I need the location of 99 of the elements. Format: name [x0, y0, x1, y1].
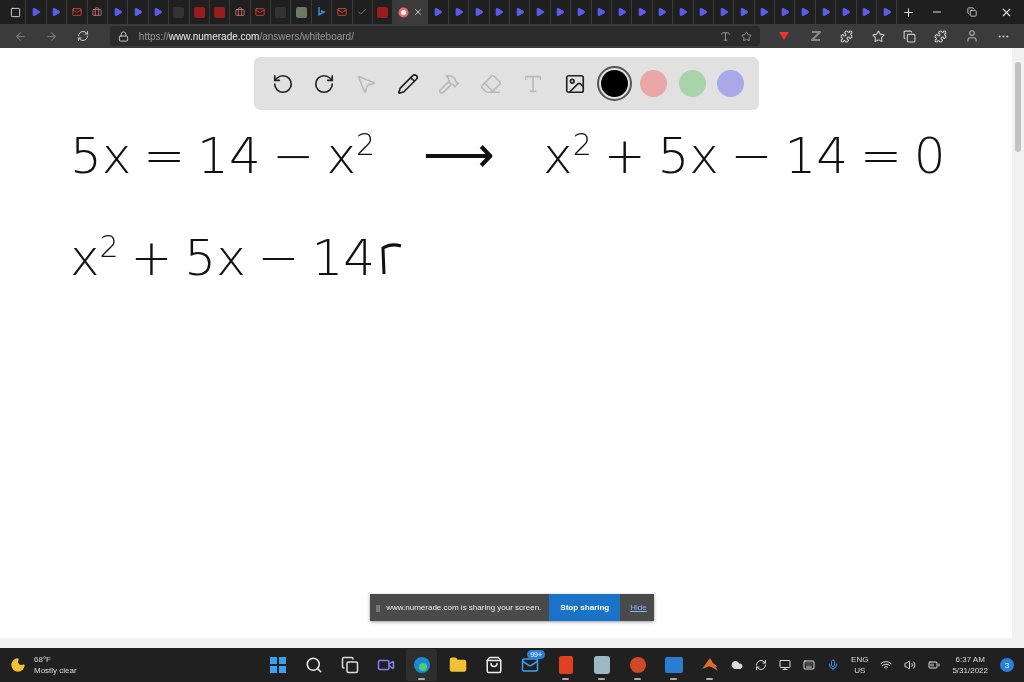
sharing-message: www.numerade.com is sharing your screen. [386, 603, 542, 612]
office-logo-icon [558, 656, 573, 674]
eraser-icon [480, 72, 503, 95]
color-swatch[interactable] [639, 70, 667, 97]
horizontal-scrollbar[interactable] [0, 638, 1024, 648]
play-logo-icon [432, 6, 444, 18]
temperature-text: 68°F [34, 654, 52, 665]
briefcase-icon [234, 6, 246, 18]
play-logo-icon [779, 6, 791, 18]
window-icon [10, 6, 22, 18]
address-field[interactable]: https://www.numerade.com/answers/whiteboard/ [109, 26, 760, 46]
task-view-icon [340, 656, 359, 674]
handwritten-equation: x$^{2}$ + 5x − 14 = 0 [543, 130, 946, 181]
play-logo-icon [554, 6, 566, 18]
folder-icon [448, 656, 467, 674]
clock[interactable]: 6:37 AM 5/31/2022 [952, 654, 988, 676]
presentation-logo-icon [628, 656, 647, 674]
play-logo-icon [840, 6, 852, 18]
play-logo-icon [636, 6, 648, 18]
play-logo-icon [697, 6, 709, 18]
play-logo-icon [677, 6, 689, 18]
browser-logo-icon [412, 656, 431, 674]
search-icon [304, 656, 323, 674]
document-logo-icon [664, 657, 683, 673]
favorite-star-icon[interactable] [740, 30, 752, 42]
mail-logo-icon [254, 6, 266, 18]
cube-grid-icon [593, 656, 610, 674]
keyboard-icon[interactable] [803, 659, 816, 671]
taskbar-app-button[interactable] [406, 649, 437, 681]
language-indicator[interactable]: ENG US [851, 654, 869, 676]
volume-icon[interactable] [904, 659, 917, 671]
play-logo-icon [656, 6, 668, 18]
animal-logo-icon [214, 6, 226, 18]
refresh-icon [77, 30, 90, 42]
handwritten-equation: 5x = 14 − x$^{2}$ [70, 130, 376, 181]
hide-link[interactable]: Hide [630, 603, 647, 612]
play-logo-icon [575, 6, 587, 18]
vertical-scrollbar[interactable] [1012, 48, 1024, 638]
play-logo-icon [112, 6, 124, 18]
microphone-icon[interactable] [827, 659, 840, 671]
play-logo-icon [514, 6, 526, 18]
play-logo-icon [30, 6, 42, 18]
sync-icon[interactable] [755, 659, 768, 671]
cloud-icon[interactable] [731, 659, 744, 671]
animal-logo-icon [377, 6, 389, 18]
url-text: https://www.numerade.com/answers/whiteboard/ [138, 30, 354, 42]
undo-icon [271, 72, 294, 95]
animal-logo-icon [193, 6, 205, 18]
drag-handle[interactable]: || [370, 603, 387, 612]
pen-icon [396, 72, 419, 95]
tools-icon [438, 72, 461, 95]
color-swatch[interactable] [678, 70, 706, 97]
plus-icon [902, 5, 915, 19]
image-icon [563, 72, 586, 95]
windows-logo-icon [269, 657, 286, 673]
moon-cloud-icon [10, 657, 26, 673]
close-icon[interactable] [412, 7, 423, 17]
monitor-icon[interactable] [779, 659, 792, 671]
weather-text: Mostly clear [34, 665, 77, 676]
restore-icon [966, 7, 977, 17]
play-logo-icon [738, 6, 750, 18]
color-swatch[interactable] [717, 70, 745, 97]
back-arrow-icon [14, 29, 28, 43]
lock-icon [117, 30, 129, 42]
record-icon [397, 6, 409, 18]
handwritten-equation: x$^{2}$ + 5x − 14 [70, 232, 376, 284]
play-logo-icon [493, 6, 505, 18]
play-logo-icon [616, 6, 628, 18]
play-logo-icon [860, 6, 872, 18]
redo-icon [313, 72, 336, 95]
play-logo-icon [453, 6, 464, 18]
check-icon [356, 6, 368, 18]
forward-arrow-icon [45, 29, 59, 43]
read-aloud-icon[interactable] [719, 30, 731, 42]
play-logo-icon [50, 6, 62, 18]
play-logo-icon [473, 6, 485, 18]
handwritten-arrow: ⟶ [423, 130, 496, 181]
mail-logo-icon [336, 6, 348, 18]
stop-sharing-button[interactable]: Stop sharing [549, 594, 621, 621]
play-logo-icon [132, 6, 144, 18]
play-logo-icon [534, 6, 546, 18]
wifi-icon[interactable] [880, 659, 893, 671]
play-logo-icon [718, 6, 730, 18]
peak-logo-icon [700, 656, 719, 674]
browser-tab[interactable] [393, 0, 429, 24]
mail-logo-icon [71, 6, 83, 18]
play-logo-icon [799, 6, 811, 18]
play-logo-icon [595, 6, 607, 18]
mail-icon [520, 656, 539, 674]
store-bag-icon [484, 656, 503, 674]
play-logo-icon [152, 6, 164, 18]
play-logo-icon [758, 6, 770, 18]
notification-count-badge[interactable]: 3 [1000, 658, 1014, 672]
battery-icon[interactable] [928, 659, 941, 671]
b-logo-icon [316, 6, 328, 18]
play-logo-icon [881, 6, 893, 18]
briefcase-icon [91, 6, 103, 18]
play-logo-icon [820, 6, 832, 18]
document-icon [295, 6, 307, 18]
